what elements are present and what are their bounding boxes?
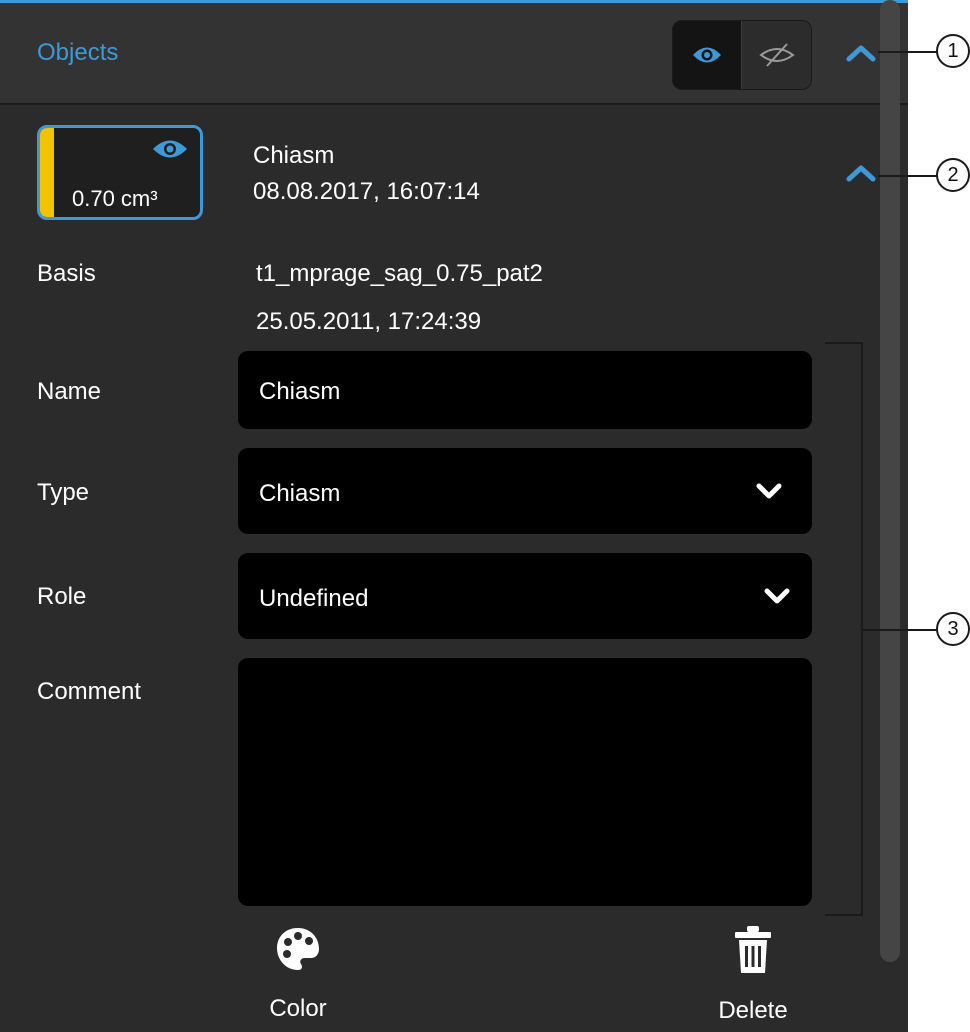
callout-leader-line bbox=[878, 175, 938, 177]
chevron-down-icon bbox=[756, 483, 782, 499]
callout-leader-line bbox=[878, 51, 938, 53]
name-label: Name bbox=[37, 378, 102, 405]
hide-all-button[interactable] bbox=[742, 21, 811, 89]
objects-header: Objects bbox=[0, 3, 908, 105]
trash-icon bbox=[735, 926, 771, 973]
role-dropdown[interactable]: Undefined bbox=[238, 553, 812, 639]
basis-datetime: 25.05.2011, 17:24:39 bbox=[256, 308, 482, 335]
delete-label: Delete bbox=[718, 997, 788, 1024]
name-value: Chiasm bbox=[259, 378, 341, 405]
basis-label: Basis bbox=[37, 260, 96, 287]
name-field[interactable]: Chiasm bbox=[238, 351, 812, 429]
color-button[interactable]: Color bbox=[248, 925, 348, 1023]
collapse-object-button[interactable] bbox=[846, 163, 876, 183]
type-value: Chiasm bbox=[259, 480, 341, 507]
show-all-button[interactable] bbox=[673, 21, 742, 89]
object-color-swatch bbox=[40, 128, 54, 217]
visibility-toggle bbox=[672, 20, 812, 90]
chevron-up-icon bbox=[846, 45, 876, 62]
palette-icon bbox=[277, 928, 319, 970]
eye-slash-icon bbox=[758, 43, 795, 67]
delete-button[interactable]: Delete bbox=[698, 925, 808, 1025]
comment-textarea[interactable] bbox=[238, 658, 812, 906]
chevron-up-icon bbox=[846, 165, 876, 182]
object-datetime: 08.08.2017, 16:07:14 bbox=[253, 178, 480, 205]
type-label: Type bbox=[37, 479, 90, 506]
object-volume-card[interactable]: 0.70 cm³ bbox=[37, 125, 203, 220]
type-dropdown[interactable]: Chiasm bbox=[238, 448, 812, 534]
callout-1: 1 bbox=[936, 34, 970, 68]
role-value: Undefined bbox=[259, 585, 369, 612]
scrollbar[interactable] bbox=[880, 0, 900, 962]
color-label: Color bbox=[269, 995, 327, 1022]
comment-label: Comment bbox=[37, 678, 142, 705]
basis-series: t1_mprage_sag_0.75_pat2 bbox=[256, 260, 543, 287]
callout-bracket bbox=[825, 342, 863, 916]
eye-icon[interactable] bbox=[152, 138, 188, 160]
callout-2: 2 bbox=[936, 158, 970, 192]
eye-icon bbox=[693, 47, 721, 63]
object-volume: 0.70 cm³ bbox=[72, 186, 158, 211]
objects-panel: Objects 0.70 cm³ Chiasm 08.08.2017, 16:0… bbox=[0, 0, 908, 1032]
collapse-section-button[interactable] bbox=[846, 43, 876, 63]
role-label: Role bbox=[37, 583, 87, 610]
chevron-down-icon bbox=[764, 588, 790, 604]
callout-leader-line bbox=[863, 629, 938, 631]
callout-3: 3 bbox=[936, 612, 970, 646]
object-name: Chiasm bbox=[253, 142, 335, 169]
panel-title: Objects bbox=[37, 39, 119, 66]
